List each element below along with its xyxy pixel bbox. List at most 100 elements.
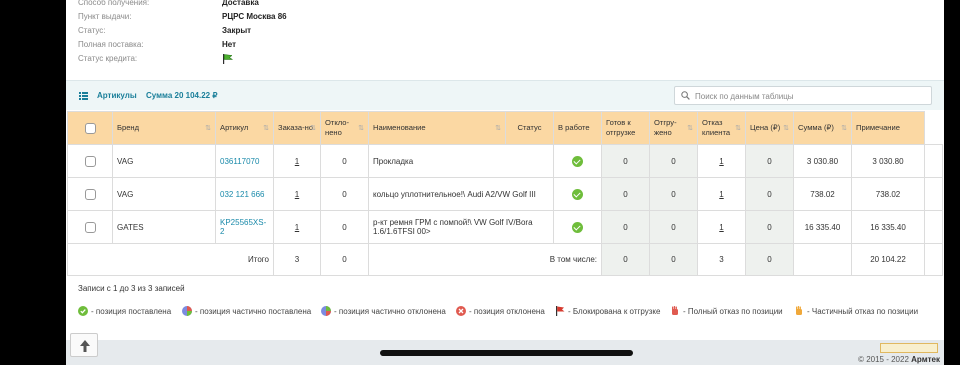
row-checkbox-cell[interactable] [67,177,113,211]
cell-status [553,177,602,211]
cell-name: р-кт ремня ГРМ с помпой!\ VW Golf IV/Bor… [368,210,554,244]
totals-client-refusal: 0 [745,243,794,276]
cell-ready: 0 [649,210,698,244]
cell-article-link[interactable]: KP25565XS-2 [215,210,274,244]
info-label: Статус кредита: [78,54,138,63]
totals-sum: 20 104.22 [851,243,925,276]
sort-icon: ⇅ [263,125,269,132]
col-brand[interactable]: Бренд ⇅ [112,111,216,145]
cell-status [553,210,602,244]
info-value: Закрыт [222,26,252,35]
col-ready[interactable]: Готов к отгрузке [601,111,650,145]
blocked-flag-icon [556,306,565,316]
select-all-checkbox-cell[interactable] [67,111,113,145]
select-all-checkbox[interactable] [84,122,96,134]
reject-icon [456,306,466,316]
search-icon [681,91,690,100]
info-label: Статус: [78,26,106,35]
info-label: Пункт выдачи: [78,12,132,21]
sort-icon: ⇅ [358,125,364,132]
legend-full-refusal: - Полный отказ по позиции [670,306,790,317]
cell-status [553,144,602,178]
totals-rejected: 0 [320,243,369,276]
totals-shipped: 3 [697,243,746,276]
col-client-refusal[interactable]: Отказ клиента ⇅ [697,111,746,145]
col-rejected[interactable]: Откло-нено ⇅ [320,111,369,145]
row-checkbox-cell[interactable] [67,210,113,244]
cell-brand: GATES [112,210,216,244]
table-row: VAG 032 121 666 1 0 кольцо уплотнительно… [67,177,943,211]
col-article[interactable]: Артикул ⇅ [215,111,274,145]
table-search[interactable] [674,86,932,105]
info-value: РЦРС Москва 86 [222,12,287,21]
search-input[interactable] [695,89,925,103]
articles-table: Бренд ⇅ Артикул ⇅ Заказа-но ⇅ Откло-нено ⇅ Н… [67,111,943,276]
row-checkbox[interactable] [84,155,96,167]
partial-delivery-icon [182,306,192,316]
partial-refusal-hand-icon [796,306,802,315]
partial-reject-icon [321,306,331,316]
sort-icon: ⇅ [495,125,501,132]
cell-ordered-link[interactable]: 1 [273,177,321,211]
col-note[interactable]: Примечание [851,111,925,145]
list-icon [79,92,88,100]
totals-including-label: В том числе: [368,243,602,276]
cell-sum: 16 335.40 [851,210,925,244]
cell-client-refusal: 0 [745,144,794,178]
col-in-work[interactable]: В работе [553,111,602,145]
cell-in-work: 0 [601,144,650,178]
cell-price: 738.02 [793,177,852,211]
counter-badge [880,343,938,353]
check-icon [572,221,583,233]
cell-price: 16 335.40 [793,210,852,244]
cell-price: 3 030.80 [793,144,852,178]
cell-shipped-link[interactable]: 1 [697,210,746,244]
legend-partial-refusal: - Частичный отказ по позиции [794,306,934,317]
full-refusal-hand-icon [672,306,678,315]
row-checkbox[interactable] [84,221,96,233]
totals-ready: 0 [649,243,698,276]
sort-icon: ⇅ [687,125,693,132]
legend-partial-rejected: - позиция частично отклонена [321,306,446,317]
sort-icon: ⇅ [310,125,316,132]
col-status[interactable]: Статус [505,111,554,145]
info-label: Полная поставка: [78,40,144,49]
cell-in-work: 0 [601,210,650,244]
cell-name: кольцо уплотнительное!\ Audi A2/VW Golf … [368,177,554,211]
cell-article-link[interactable]: 036117070 [215,144,274,178]
row-checkbox-cell[interactable] [67,144,113,178]
col-name[interactable]: Наименование ⇅ [368,111,506,145]
cell-ordered-link[interactable]: 1 [273,210,321,244]
cell-note [924,177,943,211]
col-ordered[interactable]: Заказа-но ⇅ [273,111,321,145]
check-icon [572,188,583,200]
articles-tab[interactable]: Артикулы [97,91,137,100]
legend-delivered: - позиция поставлена [78,306,198,317]
cell-note [924,210,943,244]
cell-rejected: 0 [320,177,369,211]
scroll-to-top-button[interactable] [70,333,98,357]
cell-article-link[interactable]: 032 121 666 [215,177,274,211]
cell-ordered-link[interactable]: 1 [273,144,321,178]
cell-brand: VAG [112,177,216,211]
row-checkbox[interactable] [84,188,96,200]
cell-shipped-link[interactable]: 1 [697,144,746,178]
col-price[interactable]: Цена (₽) ⇅ [745,111,794,145]
cell-sum: 3 030.80 [851,144,925,178]
cell-brand: VAG [112,144,216,178]
green-flag-icon [223,54,234,64]
totals-note-empty [924,243,943,276]
legend-blocked: - Блокирована к отгрузке [555,306,675,317]
order-page: Способ получения: Доставка Пункт выдачи:… [66,0,944,365]
col-sum[interactable]: Сумма (₽) ⇅ [793,111,852,145]
cell-note [924,144,943,178]
col-shipped[interactable]: Отгру-жено ⇅ [649,111,698,145]
cell-client-refusal: 0 [745,210,794,244]
cell-ready: 0 [649,144,698,178]
arrow-up-icon [80,340,90,352]
table-toolbar: Артикулы Сумма 20 104.22 ₽ [66,80,944,110]
totals-ordered: 3 [273,243,321,276]
cell-sum: 738.02 [851,177,925,211]
screen: Способ получения: Доставка Пункт выдачи:… [0,0,960,365]
cell-shipped-link[interactable]: 1 [697,177,746,211]
